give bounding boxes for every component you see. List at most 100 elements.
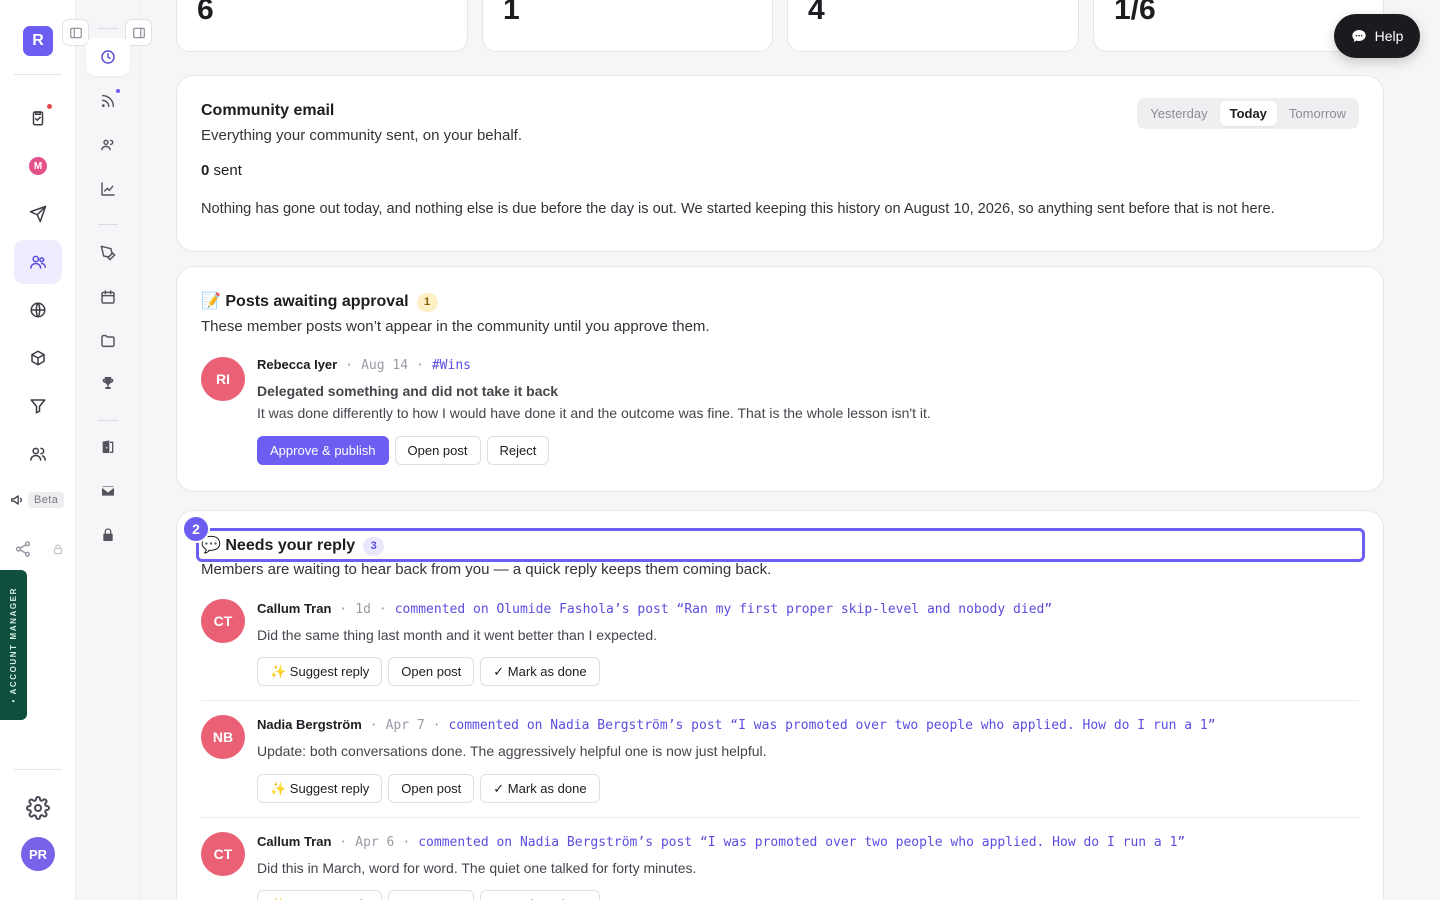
sidebar-item-mail[interactable]: M — [14, 144, 62, 188]
tab-yesterday[interactable]: Yesterday — [1140, 101, 1217, 126]
reply-actions: ✨ Suggest reply Open post ✓ Mark as done — [257, 890, 600, 900]
box-icon — [31, 350, 45, 366]
help-button[interactable]: Help — [1334, 14, 1420, 58]
account-manager-label: • ACCOUNT MANAGER — [9, 587, 18, 703]
subnav-item-members[interactable] — [86, 126, 130, 164]
mark-as-done-button[interactable]: ✓ Mark as done — [480, 890, 600, 900]
post-actions: Approve & publish Open post Reject — [257, 436, 550, 465]
users-icon — [30, 255, 46, 269]
open-post-button[interactable]: Open post — [394, 436, 481, 465]
subnav-item-email[interactable] — [86, 472, 130, 510]
subnav-item-analytics[interactable] — [86, 170, 130, 208]
primary-sidebar: R M Beta • ACCOUNT MANAGER PR — [0, 0, 76, 900]
sidebar-item-products[interactable] — [14, 336, 62, 380]
reply-item: CT Callum Tran · 1d · commented on Olumide F… — [201, 599, 1359, 709]
card-title: Community email — [201, 102, 335, 119]
sent-label: sent — [213, 162, 242, 179]
open-post-button[interactable]: Open post — [388, 890, 475, 900]
envelope-icon — [101, 486, 115, 496]
author-name[interactable]: Callum Tran — [257, 601, 331, 616]
post-context-link[interactable]: commented on Nadia Bergström’s post “I w… — [449, 718, 1216, 733]
contacts-icon — [30, 447, 46, 461]
open-post-button[interactable]: Open post — [388, 774, 475, 803]
suggest-reply-button[interactable]: ✨ Suggest reply — [257, 890, 383, 900]
suggest-reply-button[interactable]: ✨ Suggest reply — [257, 774, 383, 803]
avatar[interactable]: RI — [201, 357, 245, 401]
subnav-item-posts[interactable] — [86, 234, 130, 272]
approve-publish-button[interactable]: Approve & publish — [257, 436, 389, 465]
subnav-item-private[interactable] — [86, 516, 130, 554]
globe-icon — [30, 302, 46, 318]
avatar[interactable]: CT — [201, 832, 245, 876]
gear-icon — [26, 796, 50, 820]
post-title: Delegated something and did not take it … — [257, 383, 559, 399]
card-subtitle: Members are waiting to hear back from yo… — [201, 561, 772, 578]
avatar[interactable]: CT — [201, 599, 245, 643]
row-divider — [201, 817, 1359, 818]
subnav-item-activity[interactable] — [86, 38, 130, 76]
tour-highlight-outline — [196, 528, 1365, 562]
reply-actions: ✨ Suggest reply Open post ✓ Mark as done — [257, 657, 600, 686]
author-name[interactable]: Nadia Bergström — [257, 717, 362, 732]
pending-post: RI Rebecca Iyer · Aug 14 · #Wins Delegated s… — [201, 355, 1359, 467]
post-context-link[interactable]: commented on Olumide Fashola’s post “Ran… — [395, 602, 1052, 617]
chat-bubble-icon — [1351, 30, 1366, 42]
reply-body: Did this in March, word for word. The qu… — [257, 860, 697, 876]
card-title: 📝 Posts awaiting approval 1 — [201, 291, 438, 312]
settings-button[interactable] — [26, 796, 50, 820]
approval-title: Posts awaiting approval — [225, 293, 409, 310]
community-email-card: Community email Everything your communit… — [176, 75, 1384, 252]
tab-tomorrow[interactable]: Tomorrow — [1279, 101, 1356, 126]
sidebar-item-website[interactable] — [14, 288, 62, 332]
user-avatar[interactable]: PR — [21, 837, 55, 871]
main-content: 6 1 4 1/6 Community email Everything you… — [140, 0, 1440, 900]
lock-icon — [53, 544, 63, 555]
account-manager-tab[interactable]: • ACCOUNT MANAGER — [0, 570, 27, 720]
stat-value: 4 — [808, 0, 825, 26]
subnav-item-library[interactable] — [86, 428, 130, 466]
sidebar-item-community[interactable] — [14, 240, 62, 284]
subnav-item-leaderboard[interactable] — [86, 364, 130, 402]
reject-button[interactable]: Reject — [486, 436, 550, 465]
count-badge: 1 — [416, 292, 438, 312]
mark-as-done-button[interactable]: ✓ Mark as done — [480, 657, 600, 686]
subnav-item-events[interactable] — [86, 278, 130, 316]
stat-value: 1/6 — [1114, 0, 1156, 26]
sidebar-item-announcements[interactable]: Beta — [10, 492, 65, 508]
sidebar-item-funnels[interactable] — [14, 384, 62, 428]
avatar[interactable]: NB — [201, 715, 245, 759]
sent-number: 0 — [201, 162, 210, 179]
folder-icon — [101, 334, 115, 348]
reply-body: Did the same thing last month and it wen… — [257, 627, 658, 643]
notification-dot — [116, 89, 120, 93]
mark-as-done-button[interactable]: ✓ Mark as done — [480, 774, 600, 803]
subnav-item-files[interactable] — [86, 322, 130, 360]
megaphone-icon — [11, 495, 22, 505]
collapse-sidebar-button[interactable] — [62, 19, 89, 46]
open-post-button[interactable]: Open post — [388, 657, 475, 686]
pen-icon — [100, 245, 116, 261]
clipboard-check-icon — [32, 111, 44, 126]
reply-time: Apr 7 — [385, 718, 425, 733]
sidebar-item-send[interactable] — [14, 192, 62, 236]
tab-today[interactable]: Today — [1219, 101, 1277, 126]
sidebar-divider — [14, 769, 62, 770]
suggest-reply-button[interactable]: ✨ Suggest reply — [257, 657, 383, 686]
sidebar-item-contacts[interactable] — [14, 432, 62, 476]
post-context-link[interactable]: commented on Nadia Bergström’s post “I w… — [418, 835, 1185, 850]
sidebar-item-integrations[interactable] — [14, 540, 64, 558]
reply-time: Apr 6 — [355, 835, 395, 850]
memo-icon: 📝 — [201, 293, 221, 310]
stat-card: 6 — [176, 0, 468, 52]
day-segmented-control: Yesterday Today Tomorrow — [1137, 98, 1359, 129]
reply-meta: Callum Tran · Apr 6 · commented on Nadia Ber… — [257, 834, 1186, 850]
author-name[interactable]: Rebecca Iyer — [257, 357, 337, 372]
sidebar-item-tasks[interactable] — [14, 96, 62, 140]
author-name[interactable]: Callum Tran — [257, 834, 331, 849]
channel-link[interactable]: #Wins — [432, 358, 471, 373]
clock-icon — [101, 50, 115, 64]
workspace-logo[interactable]: R — [23, 26, 53, 56]
subnav-item-feed[interactable] — [86, 82, 130, 120]
reply-meta: Nadia Bergström · Apr 7 · commented on Nadia… — [257, 717, 1216, 733]
m-brand-icon: M — [29, 157, 47, 175]
